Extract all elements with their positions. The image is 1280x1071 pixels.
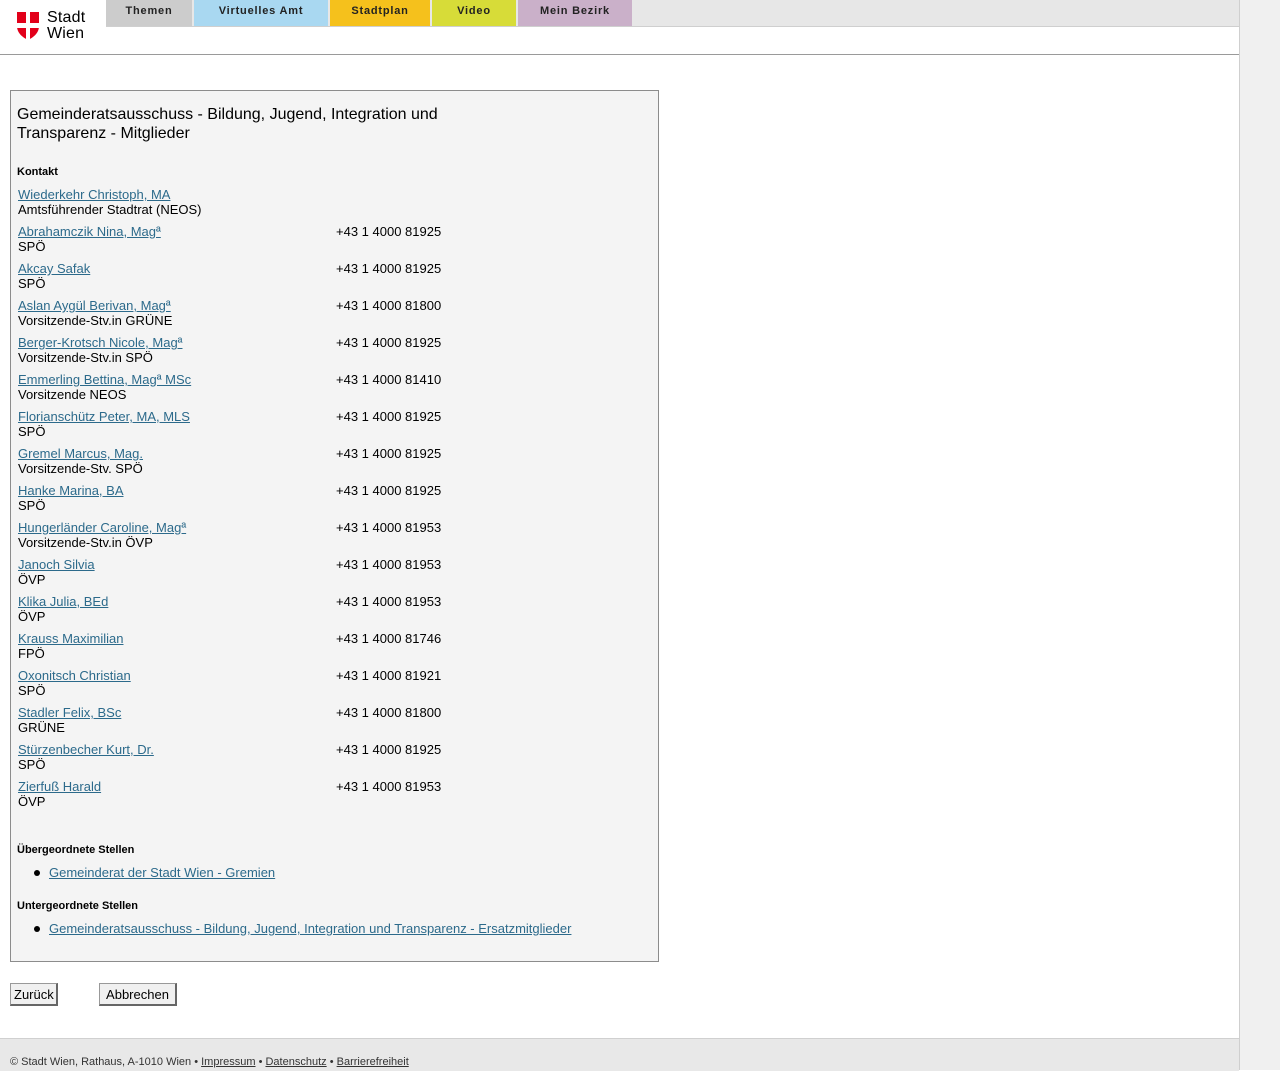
site-footer: © Stadt Wien, Rathaus, A-1010 Wien • Imp… [0,1038,1239,1071]
impressum-link[interactable]: Impressum [201,1056,255,1068]
logo-text-stadt: Stadt [47,9,86,26]
nav-tab-stadtplan[interactable]: Stadtplan [330,0,430,26]
member-name-link[interactable]: Krauss Maximilian [18,631,123,646]
member-phone: +43 1 4000 81953 [336,779,442,794]
footer-separator: • [255,1056,266,1068]
member-name-link[interactable]: Zierfuß Harald [18,779,101,794]
member-phone: +43 1 4000 81800 [336,298,442,313]
footer-text: © Stadt Wien, Rathaus, A-1010 Wien • Imp… [10,1056,409,1068]
member-role: SPÖ [18,276,46,291]
member-name-link[interactable]: Akcay Safak [18,261,90,276]
member-row: Gremel Marcus, Mag. Vorsitzende-Stv. SPÖ +… [18,446,638,483]
nav-tab-mein-bezirk[interactable]: Mein Bezirk [518,0,632,26]
member-phone: +43 1 4000 81925 [336,409,442,424]
member-role: SPÖ [18,757,46,772]
member-name-link[interactable]: Aslan Aygül Berivan, Magª [18,298,171,313]
member-row: Berger-Krotsch Nicole, Magª Vorsitzende-S… [18,335,638,372]
member-name-link[interactable]: Abrahamczik Nina, Magª [18,224,161,239]
nav-tab-video[interactable]: Video [432,0,516,26]
list-bullet [34,870,40,876]
member-row: Krauss Maximilian FPÖ +43 1 4000 81746 [18,631,638,668]
main-navigation: Themen Virtuelles Amt Stadtplan Video Me… [106,0,1239,27]
member-phone: +43 1 4000 81953 [336,594,442,609]
member-row: Stadler Felix, BSc GRÜNE +43 1 4000 81800 [18,705,638,742]
member-role: Vorsitzende-Stv.in GRÜNE [18,313,173,328]
member-row: Hanke Marina, BA SPÖ +43 1 4000 81925 [18,483,638,520]
member-phone: +43 1 4000 81953 [336,520,442,535]
member-row: Klika Julia, BEd ÖVP +43 1 4000 81953 [18,594,638,631]
member-row: Zierfuß Harald ÖVP +43 1 4000 81953 [18,779,638,816]
subordinate-link-ersatzmitglieder[interactable]: Gemeinderatsausschuss - Bildung, Jugend,… [49,921,571,936]
back-button[interactable]: Zurück [10,983,58,1006]
cancel-button[interactable]: Abbrechen [99,983,177,1006]
member-role: Vorsitzende-Stv. SPÖ [18,461,143,476]
nav-tab-virtuelles-amt[interactable]: Virtuelles Amt [194,0,328,26]
member-name-link[interactable]: Wiederkehr Christoph, MA [18,187,170,202]
member-phone: +43 1 4000 81925 [336,742,442,757]
member-name-link[interactable]: Gremel Marcus, Mag. [18,446,143,461]
copyright-text: © Stadt Wien, Rathaus, A-1010 Wien • [10,1056,202,1068]
superior-link-gremien[interactable]: Gemeinderat der Stadt Wien - Gremien [49,865,275,880]
member-row: Stürzenbecher Kurt, Dr. SPÖ +43 1 4000 819… [18,742,638,779]
member-phone: +43 1 4000 81410 [336,372,442,387]
member-name-link[interactable]: Florianschütz Peter, MA, MLS [18,409,190,424]
member-phone: +43 1 4000 81800 [336,705,442,720]
member-role: SPÖ [18,239,46,254]
superior-label: Übergeordnete Stellen [17,844,135,856]
member-name-link[interactable]: Berger-Krotsch Nicole, Magª [18,335,182,350]
member-phone: +43 1 4000 81925 [336,446,442,461]
member-name-link[interactable]: Janoch Silvia [18,557,95,572]
datenschutz-link[interactable]: Datenschutz [265,1056,326,1068]
member-role: Vorsitzende-Stv.in SPÖ [18,350,153,365]
member-name-link[interactable]: Klika Julia, BEd [18,594,108,609]
barrierefreiheit-link[interactable]: Barrierefreiheit [337,1056,409,1068]
member-name-link[interactable]: Stürzenbecher Kurt, Dr. [18,742,154,757]
member-name-link[interactable]: Hungerländer Caroline, Magª [18,520,186,535]
member-role: ÖVP [18,794,46,809]
logo-text-wien: Wien [47,25,85,42]
footer-separator: • [326,1056,337,1068]
member-role: Amtsführender Stadtrat (NEOS) [18,202,202,217]
member-row: Wiederkehr Christoph, MA Amtsführender St… [18,187,638,224]
vienna-shield-icon [17,12,39,40]
member-phone: +43 1 4000 81746 [336,631,442,646]
member-name-link[interactable]: Oxonitsch Christian [18,668,131,683]
member-row: Janoch Silvia ÖVP +43 1 4000 81953 [18,557,638,594]
page-title: Gemeinderatsausschuss - Bildung, Jugend,… [17,106,438,142]
member-role: SPÖ [18,683,46,698]
member-row: Oxonitsch Christian SPÖ +43 1 4000 81921 [18,668,638,705]
list-bullet [34,926,40,932]
committee-panel: Gemeinderatsausschuss - Bildung, Jugend,… [10,90,659,962]
member-role: SPÖ [18,424,46,439]
member-row: Florianschütz Peter, MA, MLS SPÖ +43 1 400… [18,409,638,446]
member-role: Vorsitzende-Stv.in ÖVP [18,535,153,550]
member-role: SPÖ [18,498,46,513]
site-header: Stadt Wien Themen Virtuelles Amt Stadtpl… [0,0,1239,55]
member-role: FPÖ [18,646,45,661]
member-row: Akcay Safak SPÖ +43 1 4000 81925 [18,261,638,298]
subordinate-label: Untergeordnete Stellen [17,900,139,912]
nav-tab-themen[interactable]: Themen [106,0,192,26]
member-row: Abrahamczik Nina, Magª SPÖ +43 1 4000 8192… [18,224,638,261]
member-row: Hungerländer Caroline, Magª Vorsitzende-S… [18,520,638,557]
member-name-link[interactable]: Hanke Marina, BA [18,483,124,498]
page: Stadt Wien Themen Virtuelles Amt Stadtpl… [0,0,1239,1071]
member-row: Emmerling Bettina, Magª MSc Vorsitzende N… [18,372,638,409]
member-phone: +43 1 4000 81953 [336,557,442,572]
member-name-link[interactable]: Emmerling Bettina, Magª MSc [18,372,191,387]
member-phone: +43 1 4000 81921 [336,668,442,683]
member-role: Vorsitzende NEOS [18,387,127,402]
member-name-link[interactable]: Stadler Felix, BSc [18,705,121,720]
member-role: ÖVP [18,572,46,587]
member-role: ÖVP [18,609,46,624]
member-role: GRÜNE [18,720,65,735]
stadt-wien-logo[interactable]: Stadt Wien [17,10,97,44]
member-phone: +43 1 4000 81925 [336,335,442,350]
member-phone: +43 1 4000 81925 [336,224,442,239]
member-row: Aslan Aygül Berivan, Magª Vorsitzende-Stv… [18,298,638,335]
page-side-margin [1239,0,1280,1070]
member-phone: +43 1 4000 81925 [336,261,442,276]
contact-label: Kontakt [17,166,58,178]
member-phone: +43 1 4000 81925 [336,483,442,498]
